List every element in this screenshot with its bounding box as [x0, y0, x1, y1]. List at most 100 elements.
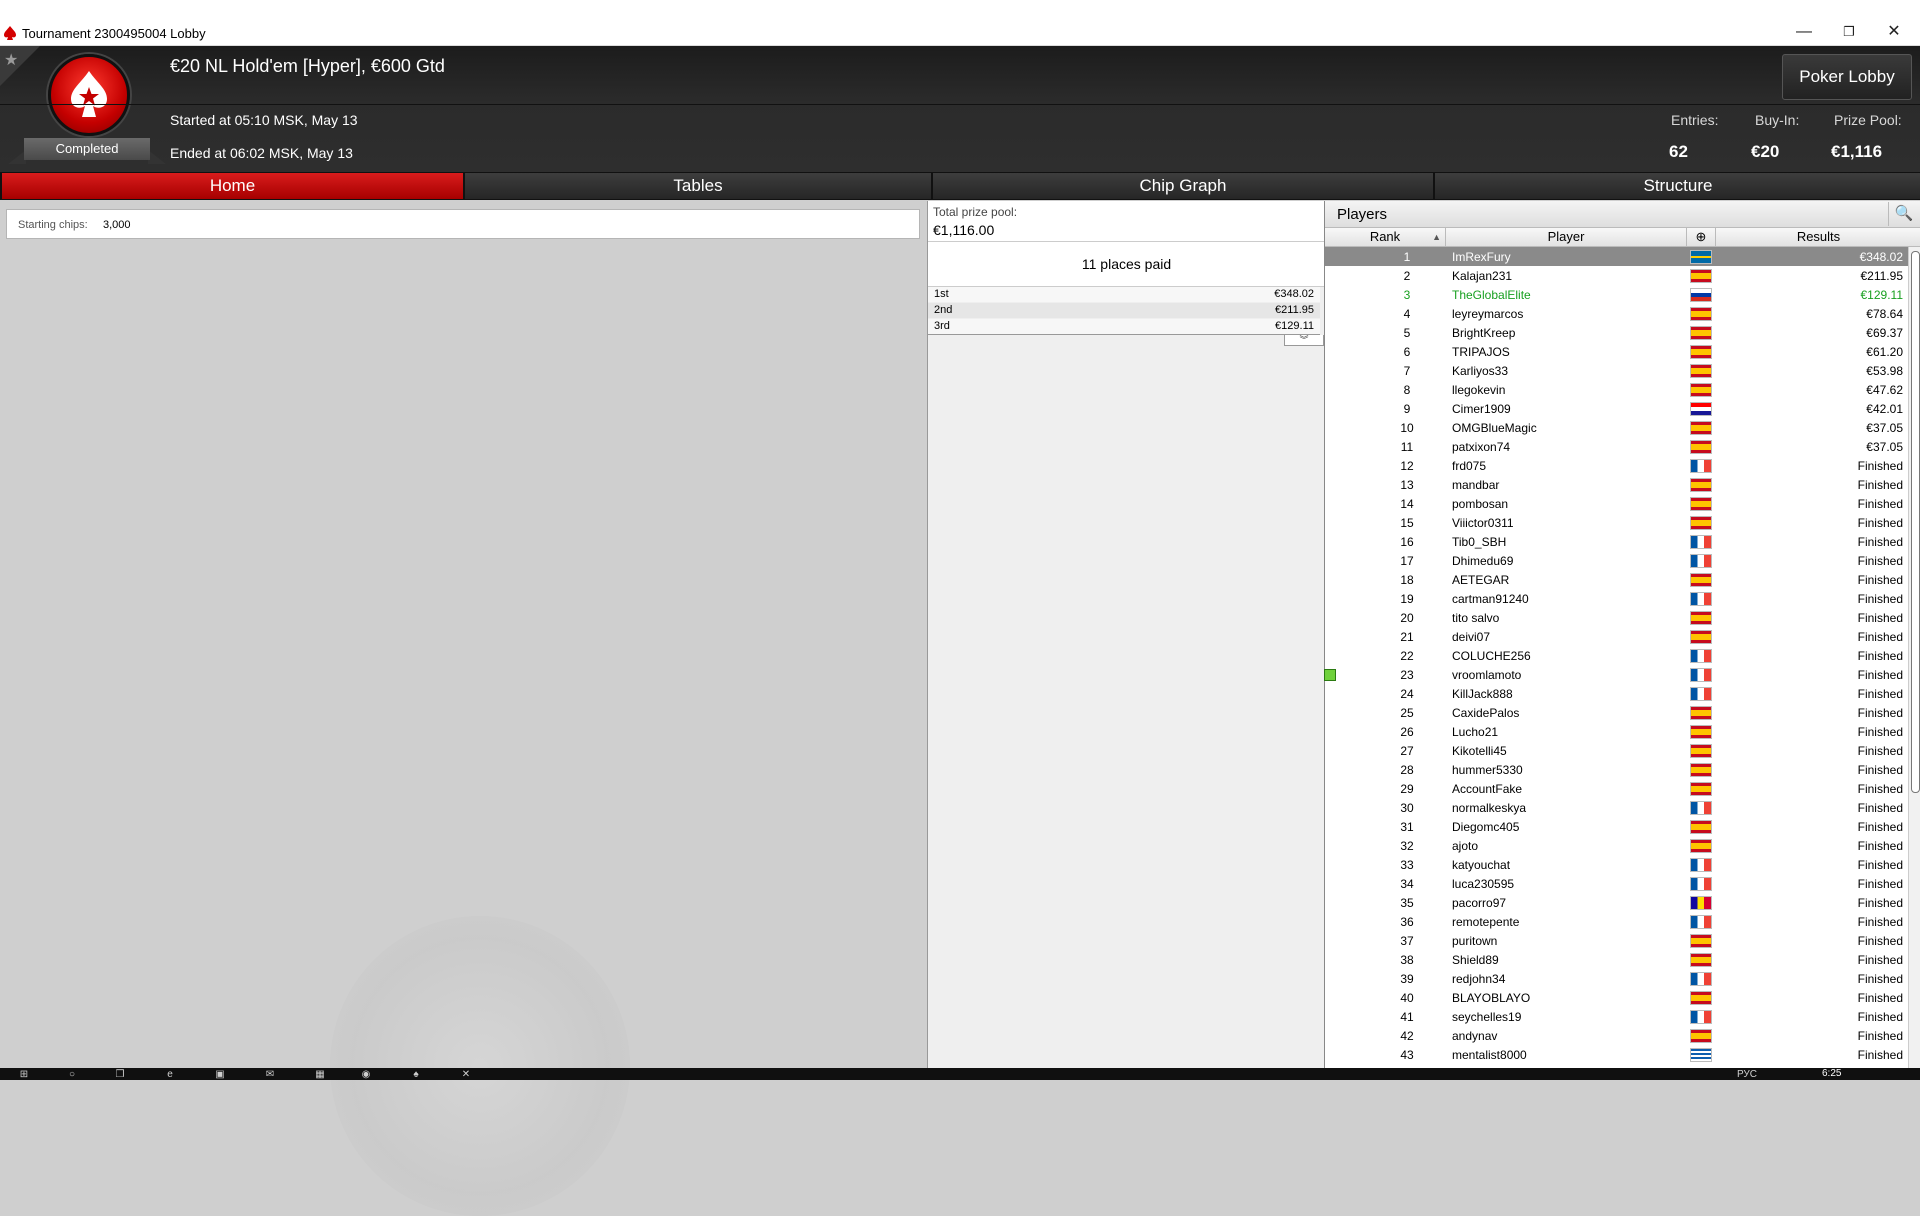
player-name: mentalist8000 — [1452, 1048, 1527, 1062]
player-rank: 7 — [1403, 364, 1411, 378]
restore-button[interactable]: ❐ — [1829, 20, 1869, 44]
mail-icon[interactable]: ✉ — [262, 1070, 278, 1080]
player-row[interactable]: 16 Tib0_SBH Finished — [1325, 532, 1909, 551]
player-row[interactable]: 29 AccountFake Finished — [1325, 779, 1909, 798]
player-result: Finished — [1857, 516, 1903, 530]
player-rank: 41 — [1400, 1010, 1414, 1024]
player-row[interactable]: 15 Viiictor0311 Finished — [1325, 513, 1909, 532]
player-name: ImRexFury — [1452, 250, 1511, 264]
fr-flag-icon — [1690, 592, 1712, 606]
player-result: Finished — [1857, 649, 1903, 663]
player-row[interactable]: 24 KillJack888 Finished — [1325, 684, 1909, 703]
player-row[interactable]: 25 CaxidePalos Finished — [1325, 703, 1909, 722]
player-row[interactable]: 5 BrightKreep €69.37 — [1325, 323, 1909, 342]
player-row[interactable]: 36 remotepente Finished — [1325, 912, 1909, 931]
player-row[interactable]: 2 Kalajan231 €211.95 — [1325, 266, 1909, 285]
player-row[interactable]: 7 Karliyos33 €53.98 — [1325, 361, 1909, 380]
scrollbar-thumb[interactable] — [1911, 251, 1920, 793]
player-result: €211.95 — [1860, 269, 1904, 283]
language-indicator[interactable]: РУС — [1732, 1070, 1762, 1080]
search-icon[interactable]: ○ — [64, 1070, 80, 1080]
player-row[interactable]: 39 redjohn34 Finished — [1325, 969, 1909, 988]
player-row[interactable]: 38 Shield89 Finished — [1325, 950, 1909, 969]
player-row[interactable]: 42 andynav Finished — [1325, 1026, 1909, 1045]
player-row[interactable]: 27 Kikotelli45 Finished — [1325, 741, 1909, 760]
pokerstars-icon[interactable]: ♠ — [408, 1070, 424, 1080]
player-row[interactable]: 33 katyouchat Finished — [1325, 855, 1909, 874]
player-name: remotepente — [1452, 915, 1520, 929]
player-name: KillJack888 — [1452, 687, 1513, 701]
player-row[interactable]: 35 pacorro97 Finished — [1325, 893, 1909, 912]
player-row[interactable]: 3 TheGlobalElite €129.11 — [1325, 285, 1909, 304]
player-row[interactable]: 19 cartman91240 Finished — [1325, 589, 1909, 608]
minimize-button[interactable]: — — [1784, 20, 1824, 44]
player-row[interactable]: 12 frd075 Finished — [1325, 456, 1909, 475]
windows-icon[interactable]: ⊞ — [16, 1070, 32, 1080]
players-scrollbar[interactable] — [1908, 247, 1920, 1068]
xbox-icon[interactable]: ✕ — [458, 1070, 474, 1080]
player-row[interactable]: 22 COLUCHE256 Finished — [1325, 646, 1909, 665]
ad-flag-icon — [1690, 896, 1712, 910]
player-name: Diegomc405 — [1452, 820, 1520, 834]
payout-place: 2nd — [934, 304, 953, 316]
player-row[interactable]: 32 ajoto Finished — [1325, 836, 1909, 855]
home-panel: Starting chips: 3,000 — [0, 201, 927, 1216]
expand-payouts-chevron-icon[interactable]: ︾ — [1284, 335, 1324, 346]
player-row[interactable]: 8 llegokevin €47.62 — [1325, 380, 1909, 399]
favorite-star-icon[interactable]: ★ — [4, 50, 18, 70]
player-row[interactable]: 30 normalkeskya Finished — [1325, 798, 1909, 817]
tab-chip-graph[interactable]: Chip Graph — [932, 173, 1433, 199]
player-row[interactable]: 21 deivi07 Finished — [1325, 627, 1909, 646]
player-name: TheGlobalElite — [1452, 288, 1531, 302]
close-button[interactable]: ✕ — [1874, 20, 1914, 44]
tab-tables[interactable]: Tables — [464, 173, 931, 199]
payout-row: 2nd €211.95 — [928, 303, 1320, 318]
chrome-icon[interactable]: ◉ — [358, 1070, 374, 1080]
payout-row: 1st €348.02 — [928, 287, 1320, 302]
windows-taskbar: 6:25 РУС ⊞ ○ ❒ e ▣ ✉ ▦ ◉ ♠ ✕ — [0, 1068, 1920, 1080]
player-row[interactable]: 40 BLAYOBLAYO Finished — [1325, 988, 1909, 1007]
store-icon[interactable]: ▣ — [212, 1070, 228, 1080]
es-flag-icon — [1690, 630, 1712, 644]
note-marker-icon[interactable] — [1324, 669, 1336, 681]
player-row[interactable]: 17 Dhimedu69 Finished — [1325, 551, 1909, 570]
calculator-icon[interactable]: ▦ — [312, 1070, 328, 1080]
player-row[interactable]: 9 Cimer1909 €42.01 — [1325, 399, 1909, 418]
player-rank: 33 — [1400, 858, 1414, 872]
column-results[interactable]: Results — [1716, 228, 1920, 247]
edge-icon[interactable]: e — [162, 1070, 178, 1080]
tab-structure[interactable]: Structure — [1434, 173, 1920, 199]
payout-place: 1st — [934, 288, 949, 300]
column-rank[interactable]: Rank ▲ — [1325, 228, 1446, 247]
player-row[interactable]: 43 mentalist8000 Finished — [1325, 1045, 1909, 1064]
player-row[interactable]: 6 TRIPAJOS €61.20 — [1325, 342, 1909, 361]
player-row[interactable]: 37 puritown Finished — [1325, 931, 1909, 950]
player-name: redjohn34 — [1452, 972, 1506, 986]
player-row[interactable]: 26 Lucho21 Finished — [1325, 722, 1909, 741]
player-row[interactable]: 31 Diegomc405 Finished — [1325, 817, 1909, 836]
payout-amount: €129.11 — [1275, 320, 1314, 332]
player-row[interactable]: 14 pombosan Finished — [1325, 494, 1909, 513]
task-view-icon[interactable]: ❒ — [112, 1070, 128, 1080]
player-row[interactable]: 20 tito salvo Finished — [1325, 608, 1909, 627]
player-row[interactable]: 18 AETEGAR Finished — [1325, 570, 1909, 589]
player-row[interactable]: 41 seychelles19 Finished — [1325, 1007, 1909, 1026]
player-row[interactable]: 34 luca230595 Finished — [1325, 874, 1909, 893]
tab-home[interactable]: Home — [1, 173, 463, 199]
es-flag-icon — [1690, 611, 1712, 625]
search-icon[interactable]: 🔍 — [1888, 202, 1919, 226]
poker-lobby-button[interactable]: Poker Lobby — [1782, 54, 1912, 100]
player-rank: 27 — [1400, 744, 1414, 758]
player-result: Finished — [1857, 782, 1903, 796]
player-row[interactable]: 1 ImRexFury €348.02 — [1325, 247, 1909, 266]
player-rank: 3 — [1403, 288, 1411, 302]
player-row[interactable]: 13 mandbar Finished — [1325, 475, 1909, 494]
player-row[interactable]: 23 vroomlamoto Finished — [1325, 665, 1909, 684]
player-row[interactable]: 4 leyreymarcos €78.64 — [1325, 304, 1909, 323]
column-player[interactable]: Player — [1446, 228, 1687, 247]
starting-chips-value: 3,000 — [103, 219, 131, 231]
player-row[interactable]: 28 hummer5330 Finished — [1325, 760, 1909, 779]
globe-icon[interactable]: ⊕ — [1687, 228, 1716, 247]
player-row[interactable]: 11 patxixon74 €37.05 — [1325, 437, 1909, 456]
player-row[interactable]: 10 OMGBlueMagic €37.05 — [1325, 418, 1909, 437]
